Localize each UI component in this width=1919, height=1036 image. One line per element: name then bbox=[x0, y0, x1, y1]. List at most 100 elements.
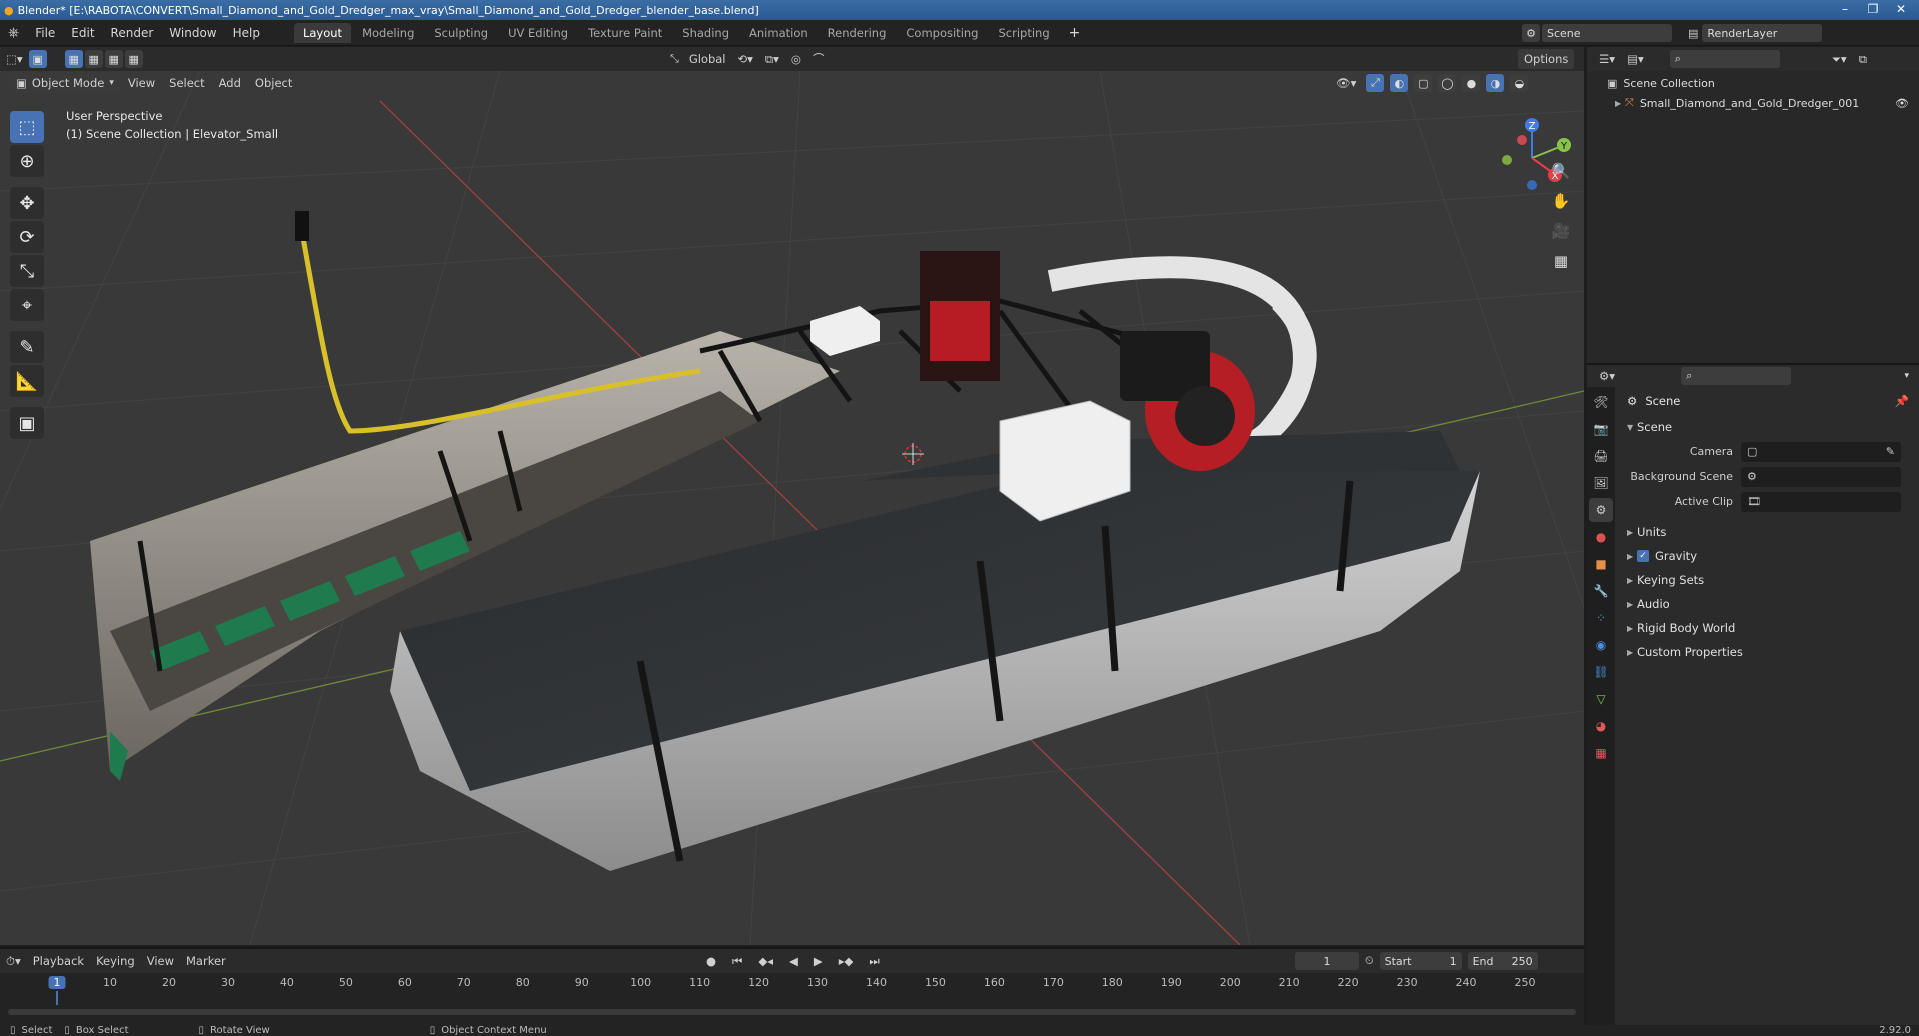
background-scene-field[interactable]: ⚙ bbox=[1741, 466, 1901, 487]
outliner-scene-collection[interactable]: ▣ Scene Collection bbox=[1587, 73, 1919, 93]
menu-timeline-view[interactable]: View bbox=[141, 951, 180, 971]
view-layer-icon[interactable]: ▤ bbox=[1688, 27, 1698, 40]
scale-tool-icon[interactable]: ⤡ bbox=[10, 255, 44, 287]
gravity-panel-header[interactable]: ▶ ✓ Gravity bbox=[1615, 544, 1919, 568]
material-tab-icon[interactable]: ◕ bbox=[1589, 714, 1613, 738]
jump-start-icon[interactable]: ⏮ bbox=[726, 951, 748, 971]
select-mode-icon[interactable]: ▣ bbox=[28, 50, 47, 68]
play-reverse-icon[interactable]: ◀ bbox=[783, 951, 804, 971]
timeline-editor-type-icon[interactable]: ⏱▾ bbox=[0, 951, 27, 971]
overlay-toggle-icon[interactable]: ◐ bbox=[1390, 74, 1409, 92]
visibility-icon[interactable]: 👁▾ bbox=[1330, 73, 1362, 93]
select-box-tool-icon[interactable]: ⬚ bbox=[10, 111, 44, 143]
scene-name-field[interactable]: Scene bbox=[1542, 24, 1672, 42]
scene-panel-header[interactable]: ▼ Scene bbox=[1615, 415, 1919, 439]
end-frame-field[interactable]: End 250 bbox=[1467, 952, 1538, 970]
restore-button[interactable]: ❐ bbox=[1859, 0, 1887, 18]
tab-texture-paint[interactable]: Texture Paint bbox=[579, 23, 671, 43]
tab-layout[interactable]: Layout bbox=[293, 22, 352, 43]
menu-file[interactable]: File bbox=[27, 26, 63, 40]
eyedropper-icon[interactable]: ✎ bbox=[1886, 445, 1895, 458]
texture-tab-icon[interactable]: ▦ bbox=[1589, 741, 1613, 765]
chevron-down-icon[interactable]: ▾ bbox=[1904, 371, 1909, 381]
tab-modeling[interactable]: Modeling bbox=[353, 23, 423, 43]
menu-render[interactable]: Render bbox=[103, 26, 162, 40]
wireframe-shading-icon[interactable]: ◯ bbox=[1438, 74, 1457, 92]
ortho-toggle-icon[interactable]: ▦ bbox=[1547, 247, 1575, 275]
editor-type-icon[interactable]: ⬚▾ bbox=[0, 49, 29, 69]
orientation-dropdown[interactable]: Global bbox=[683, 49, 732, 69]
scene-selector-icon[interactable]: ⚙ bbox=[1522, 24, 1540, 42]
add-cube-tool-icon[interactable]: ▣ bbox=[10, 407, 44, 439]
physics-tab-icon[interactable]: ◉ bbox=[1589, 633, 1613, 657]
close-button[interactable]: ✕ bbox=[1887, 0, 1915, 18]
rotate-tool-icon[interactable]: ⟳ bbox=[10, 221, 44, 253]
view-layer-tab-icon[interactable]: 🖼 bbox=[1589, 471, 1613, 495]
timeline-scrollbar[interactable] bbox=[8, 1009, 1576, 1015]
cursor-tool-icon[interactable]: ⊕ bbox=[10, 145, 44, 177]
play-icon[interactable]: ▶ bbox=[808, 951, 829, 971]
proportional-edit-icon[interactable]: ◎ bbox=[785, 49, 807, 69]
tab-animation[interactable]: Animation bbox=[740, 23, 817, 43]
outliner-search-input[interactable]: ⌕ bbox=[1669, 50, 1780, 68]
measure-tool-icon[interactable]: 📐 bbox=[10, 365, 44, 397]
add-workspace-icon[interactable]: + bbox=[1061, 25, 1089, 41]
tab-shading[interactable]: Shading bbox=[673, 23, 738, 43]
rigid-body-world-panel-header[interactable]: ▶ Rigid Body World bbox=[1615, 616, 1919, 640]
filter-icon[interactable]: ⏷▾ bbox=[1826, 49, 1853, 69]
gizmo-toggle-icon[interactable]: ⤢ bbox=[1366, 74, 1385, 92]
annotate-tool-icon[interactable]: ✎ bbox=[10, 331, 44, 363]
falloff-icon[interactable]: ⌒ bbox=[807, 49, 831, 69]
tab-compositing[interactable]: Compositing bbox=[897, 23, 987, 43]
gravity-checkbox[interactable]: ✓ bbox=[1637, 550, 1649, 562]
box-select-extend-icon[interactable]: ▦ bbox=[84, 50, 103, 68]
display-mode-icon[interactable]: ▤▾ bbox=[1621, 49, 1650, 69]
audio-panel-header[interactable]: ▶ Audio bbox=[1615, 592, 1919, 616]
clock-icon[interactable]: ⏲ bbox=[1365, 954, 1374, 968]
tab-sculpting[interactable]: Sculpting bbox=[425, 23, 497, 43]
particles-tab-icon[interactable]: ⁘ bbox=[1589, 606, 1613, 630]
3d-viewport[interactable]: ▣ Object Mode ▾ View Select Add Object 👁… bbox=[0, 71, 1584, 945]
modifier-tab-icon[interactable]: 🔧 bbox=[1589, 579, 1613, 603]
pivot-icon[interactable]: ⟲▾ bbox=[732, 49, 759, 69]
scene-tab-icon[interactable]: ⚙ bbox=[1589, 498, 1613, 522]
custom-properties-panel-header[interactable]: ▶ Custom Properties bbox=[1615, 640, 1919, 664]
menu-keying[interactable]: Keying bbox=[90, 951, 141, 971]
data-tab-icon[interactable]: ▽ bbox=[1589, 687, 1613, 711]
output-tab-icon[interactable]: 🖨 bbox=[1589, 444, 1613, 468]
box-select-invert-icon[interactable]: ▦ bbox=[124, 50, 143, 68]
box-select-new-icon[interactable]: ▦ bbox=[64, 50, 83, 68]
menu-add[interactable]: Add bbox=[213, 73, 247, 93]
view-layer-field[interactable]: RenderLayer bbox=[1702, 24, 1823, 42]
current-frame-field[interactable]: 1 bbox=[1295, 952, 1359, 970]
tab-uv-editing[interactable]: UV Editing bbox=[499, 23, 577, 43]
start-frame-field[interactable]: Start 1 bbox=[1379, 952, 1462, 970]
minimize-button[interactable]: – bbox=[1831, 0, 1859, 18]
rendered-shading-icon[interactable]: ◒ bbox=[1510, 74, 1529, 92]
pan-hand-icon[interactable]: ✋ bbox=[1547, 187, 1575, 215]
units-panel-header[interactable]: ▶ Units bbox=[1615, 520, 1919, 544]
jump-end-icon[interactable]: ⏭ bbox=[863, 951, 885, 971]
blender-menu-icon[interactable]: ⎈ bbox=[0, 25, 27, 41]
render-tab-icon[interactable]: 📷 bbox=[1589, 417, 1613, 441]
current-frame-marker[interactable]: 1 bbox=[48, 976, 66, 989]
prev-keyframe-icon[interactable]: ◆◂ bbox=[752, 951, 779, 971]
menu-select[interactable]: Select bbox=[163, 73, 210, 93]
outliner-object-row[interactable]: ▶ ⤧ Small_Diamond_and_Gold_Dredger_001 👁 bbox=[1587, 93, 1919, 113]
mode-dropdown[interactable]: ▣ Object Mode ▾ bbox=[10, 73, 120, 93]
camera-view-icon[interactable]: 🎥 bbox=[1547, 217, 1575, 245]
auto-keying-icon[interactable]: ● bbox=[700, 951, 722, 971]
menu-view[interactable]: View bbox=[122, 73, 161, 93]
new-collection-icon[interactable]: ⧉ bbox=[1853, 49, 1873, 69]
pin-icon[interactable]: 📌 bbox=[1895, 394, 1909, 408]
world-tab-icon[interactable]: ● bbox=[1589, 525, 1613, 549]
snap-icon[interactable]: ⧉▾ bbox=[759, 49, 785, 69]
box-select-subtract-icon[interactable]: ▦ bbox=[104, 50, 123, 68]
eye-icon[interactable]: 👁 bbox=[1895, 97, 1909, 110]
menu-object[interactable]: Object bbox=[249, 73, 298, 93]
menu-playback[interactable]: Playback bbox=[27, 951, 90, 971]
keying-sets-panel-header[interactable]: ▶ Keying Sets bbox=[1615, 568, 1919, 592]
zoom-icon[interactable]: 🔍 bbox=[1547, 157, 1575, 185]
playhead-line[interactable] bbox=[56, 991, 58, 1005]
camera-field[interactable]: ▢ ✎ bbox=[1741, 441, 1901, 462]
